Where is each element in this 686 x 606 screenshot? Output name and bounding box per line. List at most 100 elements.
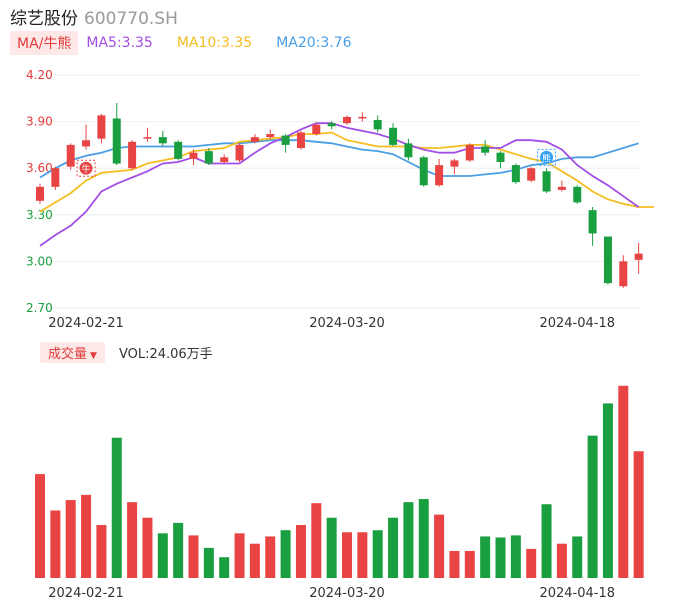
volume-date-axis-tick: 2024-04-18 bbox=[539, 586, 615, 601]
candle-body bbox=[112, 118, 121, 164]
candle-body bbox=[266, 134, 275, 138]
candle-body bbox=[603, 236, 612, 284]
volume-bar bbox=[342, 532, 352, 578]
volume-bar bbox=[495, 537, 506, 578]
volume-bar bbox=[50, 510, 61, 578]
volume-bar bbox=[372, 530, 383, 578]
candle-body bbox=[588, 210, 597, 234]
volume-bar bbox=[556, 543, 567, 578]
candle-body bbox=[634, 253, 643, 260]
volume-date-axis-tick: 2024-02-21 bbox=[48, 586, 124, 601]
volume-bar bbox=[173, 522, 184, 578]
candle-body bbox=[542, 171, 551, 192]
candle-body bbox=[97, 115, 106, 139]
price-axis-tick: 3.00 bbox=[26, 254, 53, 268]
candlestick-chart: 4.203.903.603.303.002.70牛熊2024-02-21 2024… bbox=[26, 68, 654, 601]
volume-legend: 成交量 ▼ VOL:24.06万手 bbox=[40, 341, 213, 363]
volume-bar bbox=[602, 403, 613, 578]
candle-body bbox=[481, 146, 490, 153]
volume-bar bbox=[403, 502, 414, 578]
volume-bar bbox=[157, 533, 168, 578]
candle-body bbox=[36, 186, 44, 201]
volume-toggle-button[interactable]: 成交量 ▼ bbox=[40, 341, 105, 363]
volume-bar bbox=[65, 500, 76, 578]
volume-bar bbox=[203, 547, 214, 578]
price-axis-tick: 4.20 bbox=[26, 68, 53, 82]
volume-bar bbox=[434, 514, 445, 578]
stock-chart-panel: 综艺股份 600770.SH MA/牛熊 MA5:3.35 MA10:3.35 M… bbox=[0, 0, 686, 606]
volume-bar bbox=[127, 502, 138, 578]
candle-body bbox=[389, 127, 398, 145]
candle-body bbox=[496, 152, 505, 162]
candle-body bbox=[573, 186, 582, 203]
candle-body bbox=[327, 123, 336, 127]
candle-body bbox=[82, 140, 91, 147]
volume-bar bbox=[480, 536, 491, 578]
candle-body bbox=[358, 116, 367, 119]
volume-bar bbox=[541, 504, 552, 578]
volume-bar bbox=[326, 517, 337, 578]
candle-body bbox=[204, 151, 213, 164]
candle-body bbox=[143, 137, 152, 139]
candle-body bbox=[435, 165, 444, 186]
candle-body bbox=[66, 144, 75, 167]
volume-bar bbox=[572, 536, 583, 578]
volume-bar bbox=[142, 517, 153, 578]
signal-marker-label: 牛 bbox=[82, 163, 91, 175]
date-axis-tick: 2024-04-18 bbox=[539, 316, 615, 331]
volume-bar bbox=[96, 525, 107, 578]
volume-bar bbox=[111, 437, 122, 578]
candle-body bbox=[296, 132, 305, 149]
candle-body bbox=[419, 157, 428, 186]
candle-body bbox=[450, 160, 459, 167]
volume-bar bbox=[188, 535, 199, 578]
volume-bar bbox=[295, 525, 306, 578]
candle-body bbox=[158, 137, 167, 144]
candle-body bbox=[174, 141, 183, 159]
candle-body bbox=[527, 168, 536, 181]
candle-body bbox=[465, 144, 474, 161]
price-axis-tick: 3.90 bbox=[26, 115, 53, 129]
volume-bar bbox=[464, 550, 475, 578]
volume-bar bbox=[526, 548, 537, 578]
volume-bar bbox=[510, 535, 521, 578]
volume-bar bbox=[265, 536, 276, 578]
chevron-down-icon: ▼ bbox=[90, 350, 97, 361]
volume-bar bbox=[35, 474, 45, 578]
candle-body bbox=[281, 135, 290, 145]
volume-bar bbox=[81, 494, 92, 578]
candle-body bbox=[557, 186, 566, 190]
candle-body bbox=[189, 152, 198, 159]
candle-body bbox=[235, 144, 244, 161]
volume-bar bbox=[449, 550, 460, 578]
volume-bar bbox=[249, 543, 260, 578]
candle-body bbox=[511, 165, 520, 183]
candle-body bbox=[312, 124, 321, 135]
volume-bar bbox=[388, 517, 399, 578]
volume-toggle-label: 成交量 bbox=[48, 346, 88, 362]
volume-date-axis-tick: 2024-03-20 bbox=[309, 586, 385, 601]
price-axis-tick: 3.30 bbox=[26, 208, 53, 222]
date-axis-tick: 2024-03-20 bbox=[309, 316, 385, 331]
volume-bar bbox=[234, 533, 245, 578]
candle-body bbox=[343, 116, 351, 124]
candle-body bbox=[373, 120, 382, 130]
volume-bar bbox=[587, 435, 598, 578]
signal-marker-label: 熊 bbox=[542, 152, 551, 164]
candle-body bbox=[220, 157, 229, 162]
date-axis-tick: 2024-02-21 bbox=[48, 316, 124, 331]
volume-bar bbox=[418, 499, 429, 578]
candle-body bbox=[250, 137, 259, 142]
price-axis-tick: 2.70 bbox=[26, 301, 53, 315]
volume-bar bbox=[219, 557, 230, 578]
candle-body bbox=[619, 261, 628, 287]
candle-body bbox=[51, 168, 60, 187]
volume-value-label: VOL:24.06万手 bbox=[118, 346, 213, 362]
volume-bar bbox=[311, 503, 322, 578]
candle-body bbox=[404, 143, 413, 158]
volume-bar bbox=[633, 451, 644, 578]
volume-bar bbox=[618, 385, 629, 578]
candle-body bbox=[128, 141, 137, 169]
volume-bar bbox=[357, 532, 368, 578]
volume-bar bbox=[280, 530, 291, 578]
